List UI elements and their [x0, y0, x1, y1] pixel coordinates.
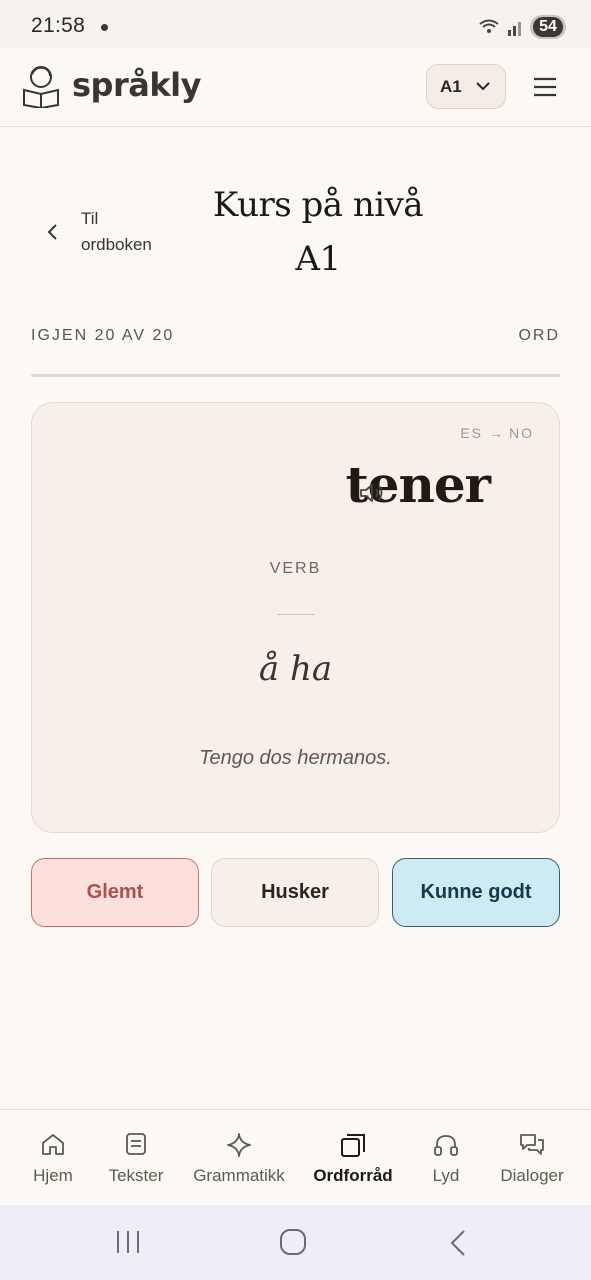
system-back-icon[interactable] [448, 1229, 468, 1257]
system-navigation-bar [0, 1205, 591, 1280]
flashcard[interactable]: ES → NO tener VERB å ha Tengo dos hermanos… [31, 402, 560, 833]
page-title-line1: Kurs på nivå [212, 185, 424, 225]
back-to-dictionary-link[interactable]: Til ordboken [46, 206, 176, 260]
nav-item-vocabulary[interactable]: Ordforråd [306, 1110, 400, 1206]
notification-dot-icon [101, 24, 108, 31]
flashcard-translation: å ha [258, 649, 333, 689]
headphones-icon [434, 1135, 458, 1156]
target-language: NO [509, 425, 534, 441]
flashcard-word: tener [345, 455, 491, 514]
forgot-button[interactable]: Glemt [31, 858, 199, 927]
nav-item-grammar[interactable]: Grammatikk [186, 1110, 292, 1206]
part-of-speech: VERB [269, 560, 322, 577]
page-title-line2: A1 [295, 239, 341, 279]
page-title: Kurs på nivå A1 [160, 178, 476, 286]
home-button-icon[interactable] [279, 1229, 307, 1255]
nav-item-texts[interactable]: Tekster [96, 1110, 176, 1206]
cards-icon [341, 1134, 365, 1157]
level-selector-value: A1 [440, 76, 462, 96]
battery-indicator: 54 [530, 15, 566, 39]
nav-label-home: Hjem [33, 1166, 73, 1185]
progress-bar [31, 374, 560, 377]
chat-bubbles-icon [520, 1134, 544, 1155]
home-icon [42, 1134, 64, 1155]
document-icon [126, 1133, 146, 1155]
direction-arrow: → [489, 425, 503, 441]
level-selector[interactable]: A1 [426, 64, 506, 109]
recent-apps-icon[interactable] [114, 1229, 142, 1255]
knew-well-button[interactable]: Kunne godt [392, 858, 560, 927]
example-sentence: Tengo dos hermanos. [199, 747, 392, 769]
nav-item-home[interactable]: Hjem [13, 1110, 93, 1206]
nav-item-dialogues[interactable]: Dialoger [490, 1110, 574, 1206]
progress-unit-label: ORD [518, 327, 560, 344]
nav-label-audio: Lyd [432, 1166, 460, 1185]
bottom-navigation: Hjem Tekster Grammatikk Ordforråd Lyd Di… [0, 1109, 591, 1205]
speaker-icon[interactable] [358, 481, 388, 505]
progress-remaining-label: IGJEN 20 AV 20 [31, 327, 175, 344]
reading-person-icon [23, 66, 59, 108]
source-language: ES [460, 425, 483, 441]
language-direction: ES → NO [460, 425, 534, 441]
chevron-left-icon [47, 224, 57, 240]
sparkle-icon [227, 1133, 251, 1157]
nav-label-dialogues: Dialoger [500, 1166, 564, 1185]
chevron-down-icon [476, 82, 490, 91]
app-logo-text[interactable]: språkly [72, 66, 201, 104]
card-divider [277, 614, 315, 615]
status-time: 21:58 [31, 14, 86, 37]
nav-label-grammar: Grammatikk [193, 1166, 285, 1185]
signal-wifi-icon [479, 19, 521, 36]
remember-button[interactable]: Husker [211, 858, 379, 927]
nav-label-texts: Tekster [108, 1166, 164, 1185]
hamburger-menu-icon[interactable] [530, 74, 560, 100]
nav-item-audio[interactable]: Lyd [406, 1110, 486, 1206]
nav-label-vocabulary: Ordforråd [313, 1166, 393, 1185]
